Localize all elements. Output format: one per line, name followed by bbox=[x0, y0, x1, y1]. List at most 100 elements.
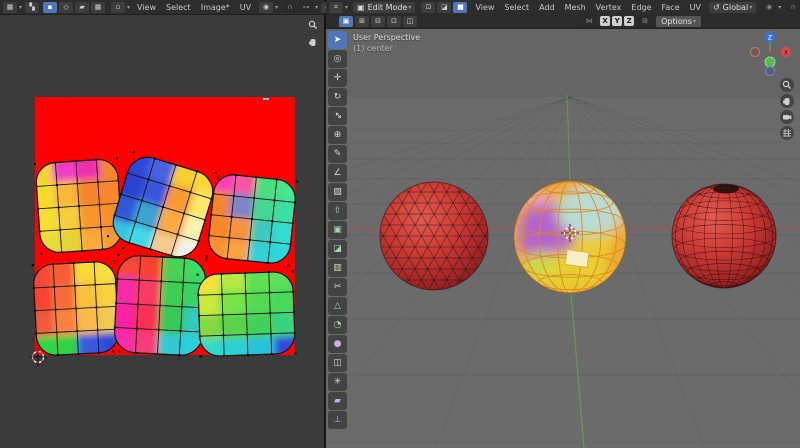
tool-rotate[interactable]: ↻ bbox=[328, 88, 347, 106]
tool-settings-bar: ▣⊞⊟⊡◫ ⋈ XYZ ⊞ Options ▾ bbox=[326, 14, 800, 29]
orientation-icon: ↺ bbox=[713, 3, 720, 12]
uv-pivot-dropdown[interactable]: ◉▾ bbox=[258, 2, 278, 13]
zoom-button[interactable] bbox=[306, 18, 320, 32]
tool-measure[interactable]: ∠ bbox=[328, 164, 347, 182]
island-mode-button[interactable]: ▦ bbox=[91, 2, 105, 13]
menu-uv[interactable]: UV bbox=[690, 3, 701, 12]
tool-shear[interactable]: ▰ bbox=[328, 392, 347, 410]
image-editor-icon: ▦ bbox=[3, 2, 17, 13]
uv-editor-header: ▦▾ ▚ ▪◇▰▦ ▫▾ ViewSelectImage*UV ◉▾ ∩⊶▾ ◌… bbox=[0, 0, 324, 15]
perspective-toggle-button[interactable] bbox=[780, 126, 794, 140]
tool-add-cube[interactable]: ▧ bbox=[328, 183, 347, 201]
tool-rip-region[interactable]: ⊥ bbox=[328, 411, 347, 429]
intersect-mode-button[interactable]: ◫ bbox=[403, 16, 417, 27]
axis-toggle-x[interactable]: X bbox=[600, 16, 610, 26]
set-mode-button[interactable]: ▣ bbox=[339, 16, 353, 27]
sphere-uvsphere-red[interactable] bbox=[672, 184, 776, 288]
tool-knife[interactable]: ✂ bbox=[328, 278, 347, 296]
vertex-mode-button[interactable]: ▪ bbox=[43, 2, 57, 13]
navigation-gizmo[interactable]: ZX bbox=[747, 29, 795, 77]
uv-sync-select-toggle[interactable]: ▚ bbox=[25, 2, 39, 13]
uv-island[interactable] bbox=[25, 254, 127, 365]
menu-add[interactable]: Add bbox=[539, 3, 555, 12]
viewport-3d-view[interactable] bbox=[326, 28, 800, 448]
snap-target-icon: ⊶ bbox=[299, 2, 313, 13]
active-face[interactable] bbox=[565, 250, 589, 268]
menu-view[interactable]: View bbox=[137, 3, 156, 12]
uv-select-mode-buttons: ▪◇▰▦ bbox=[42, 2, 106, 13]
chevron-down-icon: ▾ bbox=[275, 4, 278, 11]
uv-editor-type-button[interactable]: ▦▾ bbox=[2, 2, 22, 13]
tool-shrink-fatten[interactable]: ✳ bbox=[328, 373, 347, 391]
chevron-down-icon: ▾ bbox=[19, 4, 22, 11]
transform-orientation-dropdown[interactable]: ↺ Global ▾ bbox=[709, 2, 756, 13]
viewport-editor-type-button[interactable]: ⌗▾ bbox=[328, 2, 348, 13]
tool-select-box[interactable]: ➤ bbox=[328, 31, 347, 49]
uv-texture-view[interactable] bbox=[0, 14, 324, 448]
tool-loop-cut[interactable]: ▥ bbox=[328, 259, 347, 277]
chevron-down-icon: ▾ bbox=[408, 4, 411, 11]
viewport-editor: ⌗▾ ▣ Edit Mode ▾ ⊡◪■ ViewSelectAddMeshVe… bbox=[326, 0, 800, 448]
edit-mode-icon: ▣ bbox=[357, 3, 365, 12]
tool-cursor[interactable]: ◎ bbox=[328, 50, 347, 68]
tool-move[interactable]: ✛ bbox=[328, 69, 347, 87]
pan-hand-button[interactable] bbox=[780, 94, 794, 108]
pivot-dropdown[interactable]: ◉▾ bbox=[761, 2, 781, 13]
viewport-canvas[interactable]: ➤◎✛↻↔⊕✎∠▧⇧▣◪▥✂△◔●◫✳▰⊥ User Perspective (… bbox=[326, 28, 800, 448]
tool-edge-slide[interactable]: ◫ bbox=[328, 354, 347, 372]
tool-inset-faces[interactable]: ▣ bbox=[328, 221, 347, 239]
face-mode-button[interactable]: ■ bbox=[453, 2, 467, 13]
orientation-label: Global bbox=[723, 3, 749, 12]
menu-vertex[interactable]: Vertex bbox=[596, 3, 622, 12]
invert-mode-button[interactable]: ⊡ bbox=[387, 16, 401, 27]
gizmo-axis-z[interactable]: Z bbox=[765, 32, 776, 43]
tool-scale[interactable]: ↔ bbox=[328, 107, 347, 125]
uv-snap-dropdown[interactable]: ∩⊶▾ bbox=[282, 2, 318, 13]
vertex-mode-button[interactable]: ⊡ bbox=[421, 2, 435, 13]
uv-canvas[interactable] bbox=[0, 14, 324, 448]
gizmo-axis-x[interactable]: X bbox=[781, 47, 791, 57]
options-dropdown[interactable]: Options ▾ bbox=[656, 16, 701, 27]
pivot-point-icon: ◉ bbox=[259, 2, 273, 13]
menu-select[interactable]: Select bbox=[166, 3, 191, 12]
view-perspective-label: User Perspective bbox=[353, 32, 420, 43]
pan-hand-button[interactable] bbox=[306, 35, 320, 49]
edge-mode-button[interactable]: ◪ bbox=[437, 2, 451, 13]
gizmo-axis-x-neg[interactable] bbox=[751, 48, 760, 57]
viewport-header: ⌗▾ ▣ Edit Mode ▾ ⊡◪■ View Select Add Mesh Ve… bbox=[326, 0, 800, 15]
tool-poly-build[interactable]: △ bbox=[328, 297, 347, 315]
zoom-button[interactable] bbox=[780, 78, 794, 92]
face-mode-button[interactable]: ▰ bbox=[75, 2, 89, 13]
menu-edge[interactable]: Edge bbox=[631, 3, 651, 12]
extend-mode-button[interactable]: ⊞ bbox=[355, 16, 369, 27]
snap-dropdown[interactable]: ∩⊶▾ bbox=[785, 2, 800, 13]
tool-spin[interactable]: ◔ bbox=[328, 316, 347, 334]
viewport-nav-buttons bbox=[780, 78, 794, 140]
mirror-icon[interactable]: ⋈ bbox=[582, 16, 596, 27]
tool-smooth[interactable]: ● bbox=[328, 335, 347, 353]
menu-select[interactable]: Select bbox=[504, 3, 529, 12]
gizmo-axis-z-neg[interactable] bbox=[766, 67, 775, 76]
edge-mode-button[interactable]: ◇ bbox=[59, 2, 73, 13]
axis-toggle-y[interactable]: Y bbox=[612, 16, 622, 26]
subtract-mode-button[interactable]: ⊟ bbox=[371, 16, 385, 27]
tool-transform[interactable]: ⊕ bbox=[328, 126, 347, 144]
axis-toggle-z[interactable]: Z bbox=[624, 16, 634, 26]
gizmo-axis-y[interactable] bbox=[765, 57, 775, 67]
camera-view-button[interactable] bbox=[780, 110, 794, 124]
menu-face[interactable]: Face bbox=[662, 3, 680, 12]
chevron-down-icon: ▾ bbox=[345, 4, 348, 11]
menu-image[interactable]: Image* bbox=[201, 3, 230, 12]
tool-annotate[interactable]: ✎ bbox=[328, 145, 347, 163]
chevron-down-icon: ▾ bbox=[778, 4, 781, 11]
uv-sticky-select-dropdown[interactable]: ▫▾ bbox=[110, 2, 130, 13]
menu-view[interactable]: View bbox=[475, 3, 494, 12]
mode-dropdown[interactable]: ▣ Edit Mode ▾ bbox=[353, 2, 415, 13]
tool-bevel[interactable]: ◪ bbox=[328, 240, 347, 258]
snap-grid-icon[interactable]: ⊞ bbox=[638, 16, 652, 27]
viewport-toolbar: ➤◎✛↻↔⊕✎∠▧⇧▣◪▥✂△◔●◫✳▰⊥ bbox=[328, 31, 349, 430]
uv-island[interactable] bbox=[190, 264, 303, 365]
menu-uv[interactable]: UV bbox=[240, 3, 251, 12]
tool-extrude-region[interactable]: ⇧ bbox=[328, 202, 347, 220]
menu-mesh[interactable]: Mesh bbox=[565, 3, 586, 12]
